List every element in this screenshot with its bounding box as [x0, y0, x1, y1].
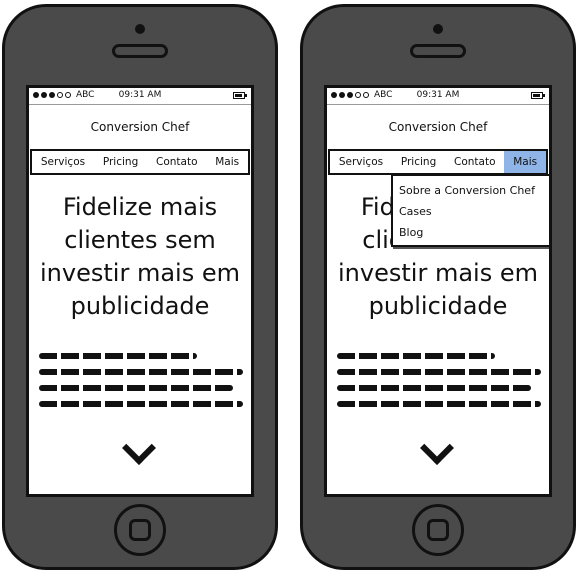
nav-item-mais[interactable]: Mais [206, 151, 248, 173]
placeholder-line [39, 353, 197, 359]
nav-bar: Serviços Pricing Contato Mais [328, 149, 548, 175]
chevron-down-icon[interactable] [122, 431, 156, 465]
speaker-icon [112, 44, 168, 58]
placeholder-line [39, 369, 243, 375]
phone-mockup-closed-menu: ABC 09:31 AM Conversion Chef Serviços Pr… [2, 4, 278, 570]
status-time: 09:31 AM [118, 90, 162, 100]
dropdown-item-cases[interactable]: Cases [393, 201, 549, 222]
placeholder-text-block [337, 353, 549, 407]
status-bar: ABC 09:31 AM [29, 88, 251, 105]
placeholder-line [337, 369, 541, 375]
home-button[interactable] [412, 504, 464, 556]
phone-mockup-open-menu: ABC 09:31 AM Conversion Chef Serviços Pr… [300, 4, 576, 570]
app-title: Conversion Chef [90, 120, 190, 134]
nav-item-pricing[interactable]: Pricing [392, 151, 445, 173]
nav-item-contato[interactable]: Contato [445, 151, 504, 173]
mais-dropdown-menu: Sobre a Conversion Chef Cases Blog [391, 174, 549, 247]
home-button[interactable] [114, 504, 166, 556]
dropdown-item-blog[interactable]: Blog [393, 222, 549, 243]
speaker-icon [410, 44, 466, 58]
placeholder-line [337, 353, 495, 359]
nav-item-mais-active[interactable]: Mais [504, 151, 546, 173]
battery-icon [233, 92, 247, 99]
status-bar: ABC 09:31 AM [327, 88, 549, 105]
placeholder-line [39, 401, 243, 407]
nav-bar: Serviços Pricing Contato Mais [30, 149, 250, 175]
hero-headline: Fidelize mais clientes sem investir mais… [40, 193, 240, 320]
camera-icon [135, 24, 145, 34]
nav-item-contato[interactable]: Contato [147, 151, 206, 173]
dropdown-item-sobre[interactable]: Sobre a Conversion Chef [393, 180, 549, 201]
camera-icon [433, 24, 443, 34]
placeholder-text-block [39, 353, 251, 407]
home-square-icon [427, 519, 449, 541]
status-time: 09:31 AM [416, 90, 460, 100]
placeholder-line [337, 385, 531, 391]
app-title: Conversion Chef [388, 120, 488, 134]
nav-item-pricing[interactable]: Pricing [94, 151, 147, 173]
battery-icon [531, 92, 545, 99]
phone-screen: ABC 09:31 AM Conversion Chef Serviços Pr… [26, 85, 254, 497]
placeholder-line [337, 401, 541, 407]
chevron-down-icon[interactable] [420, 431, 454, 465]
home-square-icon [129, 519, 151, 541]
nav-item-servicos[interactable]: Serviços [330, 151, 392, 173]
phone-screen: ABC 09:31 AM Conversion Chef Serviços Pr… [324, 85, 552, 497]
placeholder-line [39, 385, 233, 391]
nav-item-servicos[interactable]: Serviços [32, 151, 94, 173]
